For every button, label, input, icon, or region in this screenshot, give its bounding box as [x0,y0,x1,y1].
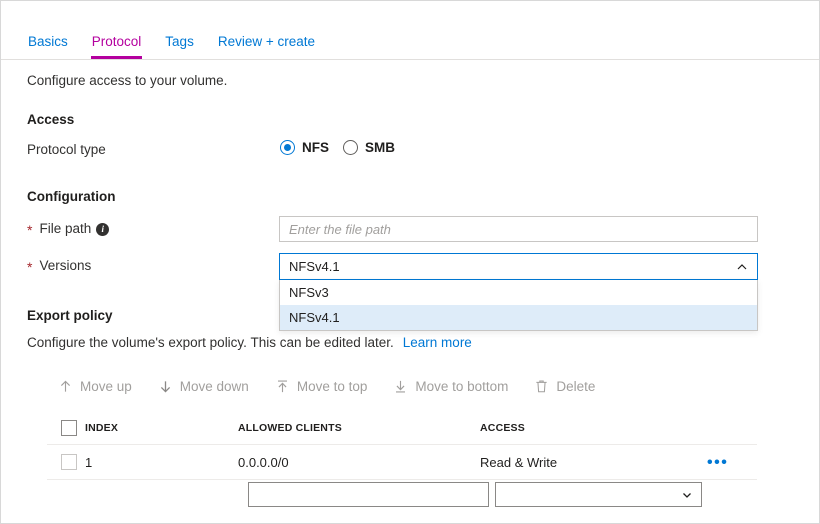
trash-icon [534,379,549,394]
column-header-allowed-clients[interactable]: ALLOWED CLIENTS [238,422,480,434]
new-rule-editor-row [1,482,819,514]
move-to-top-button[interactable]: Move to top [275,379,368,394]
select-all-checkbox-cell [47,419,85,436]
column-header-access[interactable]: ACCESS [480,422,695,434]
radio-circle-smb [343,140,358,155]
learn-more-link[interactable]: Learn more [403,335,472,350]
more-options-icon[interactable]: ••• [707,454,728,471]
versions-selected-value: NFSv4.1 [289,259,340,274]
access-select[interactable] [495,482,702,507]
row-checkbox-cell [47,454,85,470]
arrow-to-top-icon [275,379,290,394]
info-icon[interactable]: i [96,223,110,236]
required-asterisk-versions: * [27,258,33,275]
versions-label: * Versions [27,258,92,275]
versions-combobox[interactable]: NFSv4.1 [279,253,758,280]
file-path-input[interactable] [279,216,758,242]
tab-tags[interactable]: Tags [164,28,195,59]
arrow-up-icon [58,379,73,394]
move-to-bottom-label: Move to bottom [415,379,509,394]
export-policy-toolbar: Move up Move down Move to top Move to bo… [58,379,595,394]
radio-circle-nfs [280,140,295,155]
protocol-configuration-page: Basics Protocol Tags Review + create Con… [0,0,820,524]
tab-review-create[interactable]: Review + create [217,28,316,59]
required-asterisk-file-path: * [27,221,33,238]
tab-basics[interactable]: Basics [27,28,69,59]
delete-label: Delete [556,379,596,394]
radio-option-smb[interactable]: SMB [343,140,395,155]
move-to-top-label: Move to top [296,379,368,394]
section-heading-export-policy: Export policy [27,308,113,323]
export-policy-description: Configure the volume's export policy. Th… [27,335,472,350]
table-header-row: INDEX ALLOWED CLIENTS ACCESS [47,411,757,445]
radio-option-nfs[interactable]: NFS [280,140,329,155]
export-policy-table: INDEX ALLOWED CLIENTS ACCESS 1 0.0.0.0/0… [47,411,757,480]
versions-label-text: Versions [39,258,92,273]
tab-list: Basics Protocol Tags Review + create [27,28,316,60]
tab-bar: Basics Protocol Tags Review + create [1,28,819,60]
move-up-button[interactable]: Move up [58,379,132,394]
protocol-type-label-text: Protocol type [27,142,106,157]
arrow-to-bottom-icon [393,379,408,394]
arrow-down-icon [158,379,173,394]
move-down-label: Move down [179,379,249,394]
chevron-up-icon [736,261,748,273]
move-to-bottom-button[interactable]: Move to bottom [393,379,508,394]
section-heading-configuration: Configuration [27,189,116,204]
row-checkbox[interactable] [61,454,77,470]
move-down-button[interactable]: Move down [158,379,249,394]
file-path-label: * File path i [27,221,110,238]
move-up-label: Move up [80,379,132,394]
chevron-down-icon [681,489,693,501]
delete-button[interactable]: Delete [534,379,595,394]
cell-index: 1 [85,454,93,470]
tab-protocol[interactable]: Protocol [90,28,143,59]
page-intro-text: Configure access to your volume. [27,73,228,88]
protocol-type-radio-group: NFS SMB [280,140,395,155]
versions-option-nfsv3[interactable]: NFSv3 [280,280,757,305]
cell-access: Read & Write [480,454,558,470]
cell-allowed-clients: 0.0.0.0/0 [238,454,289,470]
select-all-checkbox[interactable] [61,419,77,436]
protocol-type-label: Protocol type [27,142,106,157]
versions-option-nfsv41[interactable]: NFSv4.1 [280,305,757,330]
cell-actions: ••• [695,454,757,471]
export-policy-description-text: Configure the volume's export policy. Th… [27,335,394,350]
column-header-index[interactable]: INDEX [85,422,238,434]
radio-label-nfs: NFS [302,140,329,155]
file-path-label-text: File path [39,221,92,236]
table-row[interactable]: 1 0.0.0.0/0 Read & Write ••• [47,445,757,480]
versions-dropdown-list: NFSv3 NFSv4.1 [279,280,758,331]
section-heading-access: Access [27,112,75,127]
radio-label-smb: SMB [365,140,395,155]
allowed-clients-input[interactable] [248,482,489,507]
